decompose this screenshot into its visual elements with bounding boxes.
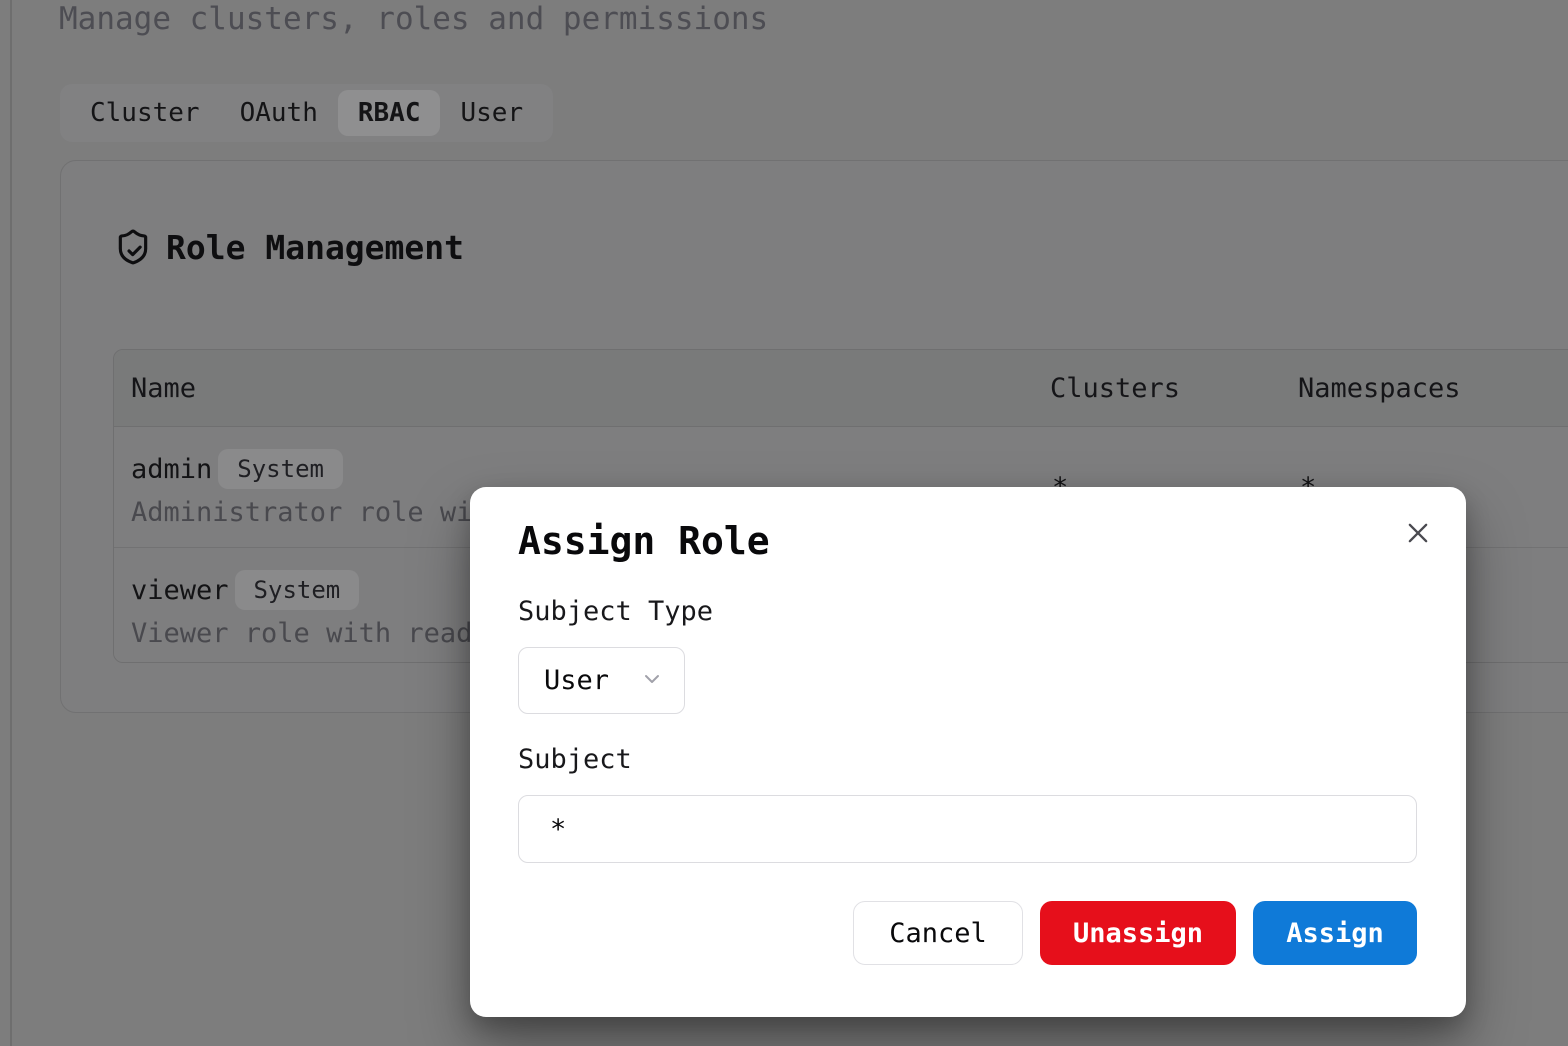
tab-oauth[interactable]: OAuth xyxy=(220,90,338,136)
page-left-border xyxy=(10,0,12,1046)
modal-button-row: Cancel Unassign Assign xyxy=(518,901,1417,965)
tab-user[interactable]: User xyxy=(440,90,543,136)
role-name: admin xyxy=(131,454,212,485)
system-badge: System xyxy=(235,570,360,610)
column-header-namespaces: Namespaces xyxy=(1298,350,1461,427)
subject-input[interactable] xyxy=(518,795,1417,863)
card-title: Role Management xyxy=(166,228,464,267)
role-name: viewer xyxy=(131,575,229,606)
unassign-button[interactable]: Unassign xyxy=(1040,901,1236,965)
modal-title: Assign Role xyxy=(518,517,770,565)
system-badge: System xyxy=(218,449,343,489)
tab-rbac[interactable]: RBAC xyxy=(338,90,441,136)
tab-cluster[interactable]: Cluster xyxy=(70,90,220,136)
subject-type-label: Subject Type xyxy=(518,595,713,629)
screen: Manage clusters, roles and permissions C… xyxy=(0,0,1568,1046)
role-name-cell: viewer System Viewer role with read xyxy=(131,570,472,651)
tab-bar: Cluster OAuth RBAC User xyxy=(60,84,553,142)
cancel-button[interactable]: Cancel xyxy=(853,901,1023,965)
subject-type-select[interactable]: User xyxy=(518,647,685,714)
role-name-cell: admin System Administrator role wit xyxy=(131,449,489,530)
shield-check-icon xyxy=(114,227,152,267)
close-icon[interactable] xyxy=(1404,519,1432,547)
subject-label: Subject xyxy=(518,743,632,777)
chevron-down-icon xyxy=(640,667,664,695)
subject-type-value: User xyxy=(544,665,640,696)
column-header-clusters: Clusters xyxy=(1050,350,1180,427)
card-header: Role Management xyxy=(114,227,464,267)
column-header-name: Name xyxy=(131,350,196,427)
assign-role-modal: Assign Role Subject Type User Subject Ca… xyxy=(470,487,1466,1017)
role-description: Administrator role wit xyxy=(131,496,489,530)
role-description: Viewer role with read xyxy=(131,617,472,651)
page-subtitle: Manage clusters, roles and permissions xyxy=(59,2,768,36)
table-header-row: Name Clusters Namespaces xyxy=(114,350,1568,427)
assign-button[interactable]: Assign xyxy=(1253,901,1417,965)
